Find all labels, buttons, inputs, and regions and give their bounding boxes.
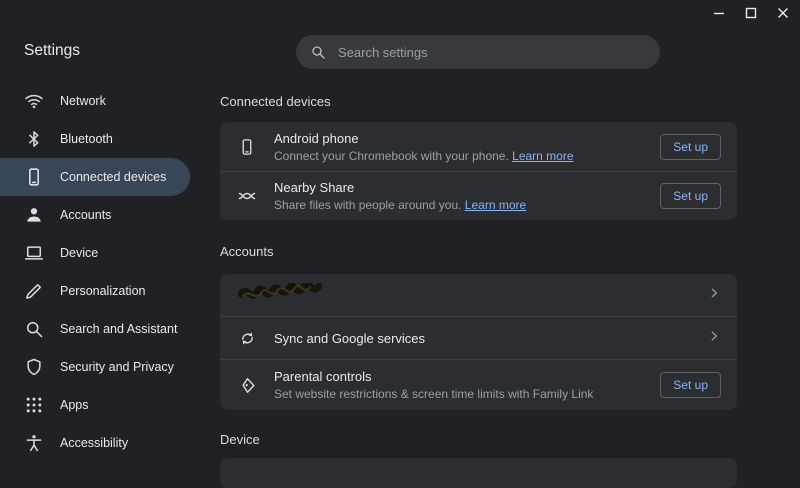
nearby-share-icon xyxy=(236,185,258,207)
search-bar[interactable] xyxy=(296,35,660,69)
sync-row-text: Sync and Google services xyxy=(274,331,707,346)
window-controls xyxy=(710,4,792,22)
bluetooth-icon xyxy=(24,129,44,149)
maximize-button[interactable] xyxy=(742,4,760,22)
row-description: Connect your Chromebook with your phone. xyxy=(274,148,513,163)
nearby-share-setup-button[interactable]: Set up xyxy=(660,183,721,209)
sidebar: Network Bluetooth Connected devices Acco… xyxy=(0,82,220,462)
chevron-right-icon xyxy=(707,329,721,348)
row-subtitle: Share files with people around you. Lear… xyxy=(274,198,660,212)
chevron-right-icon xyxy=(707,286,721,305)
sync-and-google-services-row[interactable]: Sync and Google services xyxy=(220,317,737,359)
nearby-share-row: Nearby Share Share files with people aro… xyxy=(220,172,737,220)
row-subtitle: Set website restrictions & screen time l… xyxy=(274,387,594,401)
sidebar-item-network[interactable]: Network xyxy=(0,82,190,120)
sidebar-item-accounts[interactable]: Accounts xyxy=(0,196,190,234)
sidebar-item-apps[interactable]: Apps xyxy=(0,386,190,424)
row-subtitle: Connect your Chromebook with your phone.… xyxy=(274,149,660,163)
main-content: Connected devices Android phone Connect … xyxy=(220,80,800,488)
row-title: Sync and Google services xyxy=(274,330,426,346)
page-title: Settings xyxy=(24,42,81,59)
account-profile-row[interactable] xyxy=(220,274,737,316)
parental-controls-text: Parental controls Set website restrictio… xyxy=(274,369,660,401)
laptop-icon xyxy=(24,243,44,263)
row-title: Parental controls xyxy=(274,369,372,384)
family-link-icon xyxy=(236,374,258,396)
close-button[interactable] xyxy=(774,4,792,22)
sidebar-item-label: Apps xyxy=(60,398,89,412)
accounts-card: Sync and Google services Parental contro… xyxy=(220,274,737,410)
pen-icon xyxy=(24,281,44,301)
sidebar-item-label: Device xyxy=(60,246,99,260)
learn-more-link[interactable]: Learn more xyxy=(512,149,573,163)
sidebar-item-accessibility[interactable]: Accessibility xyxy=(0,424,190,462)
shield-icon xyxy=(24,357,44,377)
parental-controls-setup-button[interactable]: Set up xyxy=(660,372,721,398)
row-title: Android phone xyxy=(274,130,359,146)
section-title-accounts: Accounts xyxy=(220,244,274,259)
parental-controls-row: Parental controls Set website restrictio… xyxy=(220,360,737,410)
sidebar-item-label: Security and Privacy xyxy=(60,360,174,374)
sidebar-item-label: Connected devices xyxy=(60,170,167,184)
search-input[interactable] xyxy=(338,44,646,60)
android-phone-setup-button[interactable]: Set up xyxy=(660,133,721,160)
sidebar-item-security-and-privacy[interactable]: Security and Privacy xyxy=(0,348,190,386)
smartphone-icon xyxy=(236,136,258,158)
android-phone-text: Android phone Connect your Chromebook wi… xyxy=(274,131,660,163)
sidebar-item-label: Personalization xyxy=(60,284,146,298)
minimize-icon xyxy=(714,12,724,15)
sync-icon xyxy=(236,327,258,349)
sidebar-item-label: Search and Assistant xyxy=(60,322,178,336)
search-icon xyxy=(312,46,325,59)
wifi-icon xyxy=(24,91,44,111)
maximize-icon xyxy=(745,7,757,19)
sidebar-item-search-and-assistant[interactable]: Search and Assistant xyxy=(0,310,190,348)
section-title-connected-devices: Connected devices xyxy=(220,94,331,109)
android-phone-row: Android phone Connect your Chromebook wi… xyxy=(220,122,737,171)
sidebar-item-label: Network xyxy=(60,94,106,108)
sidebar-item-device[interactable]: Device xyxy=(0,234,190,272)
settings-window: { "window_controls": { "minimize_icon": … xyxy=(0,0,800,488)
connected-devices-card: Android phone Connect your Chromebook wi… xyxy=(220,122,737,220)
search-icon xyxy=(24,319,44,339)
sidebar-item-label: Bluetooth xyxy=(60,132,113,146)
accessibility-icon xyxy=(24,433,44,453)
sidebar-item-label: Accounts xyxy=(60,208,112,222)
smartphone-icon xyxy=(24,167,44,187)
sidebar-item-bluetooth[interactable]: Bluetooth xyxy=(0,120,190,158)
person-icon xyxy=(24,205,44,225)
nearby-share-text: Nearby Share Share files with people aro… xyxy=(274,180,660,212)
apps-grid-icon xyxy=(24,395,44,415)
device-card xyxy=(220,458,737,488)
sidebar-item-connected-devices[interactable]: Connected devices xyxy=(0,158,190,196)
close-icon xyxy=(778,8,788,18)
row-description: Share files with people around you. xyxy=(274,198,465,212)
redacted-account-scribble xyxy=(237,281,338,308)
sidebar-item-label: Accessibility xyxy=(60,436,129,450)
row-title: Nearby Share xyxy=(274,180,355,195)
minimize-button[interactable] xyxy=(710,4,728,22)
section-title-device: Device xyxy=(220,432,260,447)
learn-more-link[interactable]: Learn more xyxy=(465,198,526,212)
sidebar-item-personalization[interactable]: Personalization xyxy=(0,272,190,310)
